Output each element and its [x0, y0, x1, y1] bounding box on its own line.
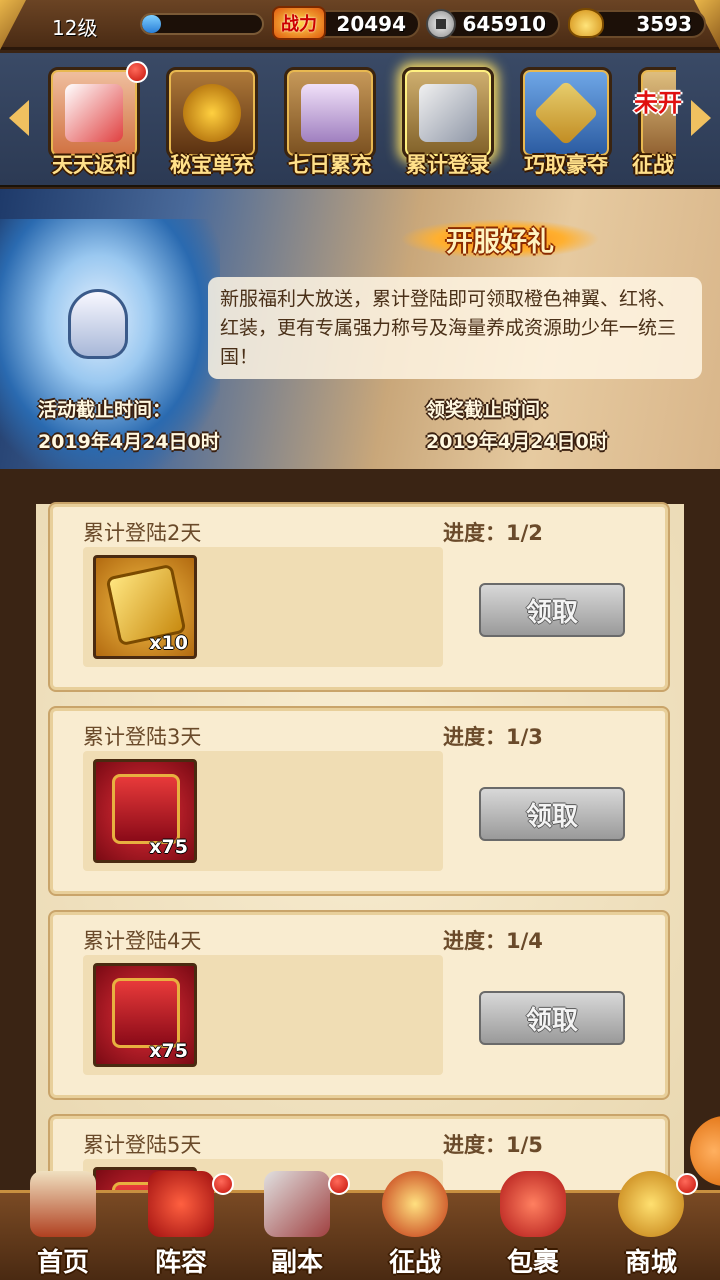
reward-title: 累计登陆4天: [83, 929, 202, 953]
scroll-left-button[interactable]: [4, 95, 34, 141]
red-chest-icon[interactable]: x75: [93, 963, 197, 1067]
activity-deadline-value: 2019年4月24日0时: [38, 431, 220, 453]
corner-ornament-left: [0, 0, 26, 50]
nav-label: 商城: [624, 1248, 677, 1278]
shop-icon: [618, 1171, 684, 1237]
lineup-icon: [148, 1171, 214, 1237]
hero-chest-icon: [301, 84, 359, 142]
notification-badge: [676, 1173, 698, 1195]
nav-shop[interactable]: 商城: [596, 1171, 706, 1280]
banner-description: 新服福利大放送，累计登陆即可领取橙色神翼、红将、红装，更有专属强力称号及海量养成…: [208, 277, 702, 379]
item-quantity: x75: [149, 836, 188, 858]
gold-stat[interactable]: 3593: [586, 8, 706, 40]
nav-label: 阵容: [154, 1248, 207, 1278]
activity-frame: [166, 67, 258, 159]
activity-label: 累计登录: [406, 153, 490, 177]
treasure-pot-icon: [183, 84, 241, 142]
item-art: [112, 774, 180, 844]
reward-list[interactable]: 累计登陆2天 进度：1/2 x10 领取 累计登陆3天 进度：1/3 x75 领…: [0, 470, 720, 1190]
silver-coin-icon: [426, 9, 456, 39]
claim-button[interactable]: 领取: [479, 787, 625, 841]
claim-deadline-value: 2019年4月24日0时: [426, 431, 608, 453]
silver-value: 645910: [440, 10, 560, 38]
reward-progress: 进度：1/5: [443, 1133, 543, 1157]
reward-title: 累计登陆3天: [83, 725, 202, 749]
bag-icon: [500, 1171, 566, 1237]
not-open-tag: 未开: [634, 89, 682, 117]
activity-seven-day-recharge[interactable]: 七日累充: [278, 67, 382, 179]
activity-frame: [48, 67, 140, 159]
claim-deadline-label: 领奖截止时间：: [426, 399, 560, 421]
nav-label: 包裹: [506, 1248, 559, 1278]
xp-progress-bar: [140, 13, 264, 35]
nav-label: 副本: [270, 1248, 323, 1278]
reward-card-day-4: 累计登陆4天 进度：1/4 x75 领取: [50, 912, 668, 1098]
reward-card-day-3: 累计登陆3天 进度：1/3 x75 领取: [50, 708, 668, 894]
nav-label: 首页: [36, 1248, 89, 1278]
top-status-bar: 12级 战力 20494 645910 3593: [0, 0, 720, 50]
silver-stat[interactable]: 645910: [440, 8, 560, 40]
card-chest-icon: [419, 84, 477, 142]
scroll-icon: [533, 80, 599, 146]
scroll-right-button[interactable]: [686, 95, 716, 141]
activity-secret-treasure[interactable]: 秘宝单充: [160, 67, 264, 179]
list-top-border: [0, 470, 720, 504]
reward-card-day-2: 累计登陆2天 进度：1/2 x10 领取: [50, 504, 668, 690]
xp-progress-fill: [142, 15, 162, 33]
activity-label: 秘宝单充: [170, 153, 254, 177]
item-art: [112, 978, 180, 1048]
reward-title: 累计登陆5天: [83, 1133, 202, 1157]
gift-calendar-icon: [65, 84, 123, 142]
activity-label: 天天返利: [52, 153, 136, 177]
player-level: 12级: [52, 16, 98, 40]
nav-label: 征战: [388, 1248, 441, 1278]
nav-battle[interactable]: 征战: [360, 1171, 470, 1280]
reward-progress: 进度：1/4: [443, 929, 543, 953]
list-right-border: [684, 470, 720, 1190]
bottom-navigation: 首页 阵容 副本 征战 包裹 商城: [0, 1171, 720, 1280]
red-chest-icon[interactable]: x75: [93, 759, 197, 863]
reward-title: 累计登陆2天: [83, 521, 202, 545]
activity-frame: [284, 67, 376, 159]
home-icon: [30, 1171, 96, 1237]
notification-badge: [126, 61, 148, 83]
notification-badge: [212, 1173, 234, 1195]
item-quantity: x10: [149, 632, 188, 654]
gold-token-icon[interactable]: x10: [93, 555, 197, 659]
claim-button[interactable]: 领取: [479, 583, 625, 637]
activity-seize-loot[interactable]: 巧取豪夺: [514, 67, 618, 179]
gold-ingot-icon: [568, 8, 604, 38]
gold-value: 3593: [586, 10, 706, 38]
nav-lineup[interactable]: 阵容: [126, 1171, 236, 1280]
nav-home[interactable]: 首页: [8, 1171, 118, 1280]
activity-cumulative-login[interactable]: 累计登录: [396, 67, 500, 179]
arrow-left-icon: [9, 100, 29, 136]
event-banner: 开服好礼 新服福利大放送，累计登陆即可领取橙色神翼、红将、红装，更有专属强力称号…: [0, 189, 720, 469]
hero-helmet: [68, 289, 128, 359]
notification-badge: [328, 1173, 350, 1195]
activity-deadline-label: 活动截止时间：: [38, 399, 172, 421]
activity-frame: [520, 67, 612, 159]
banner-title: 开服好礼: [400, 219, 600, 259]
reward-progress: 进度：1/3: [443, 725, 543, 749]
activity-frame: [402, 67, 494, 159]
activity-label: 征战: [632, 153, 674, 177]
dungeon-icon: [264, 1171, 330, 1237]
nav-dungeon[interactable]: 副本: [242, 1171, 352, 1280]
claim-button[interactable]: 领取: [479, 991, 625, 1045]
item-quantity: x75: [149, 1040, 188, 1062]
activity-daily-rebate[interactable]: 天天返利: [42, 61, 148, 179]
reward-progress: 进度：1/2: [443, 521, 543, 545]
arrow-right-icon: [691, 100, 711, 136]
nav-bag[interactable]: 包裹: [478, 1171, 588, 1280]
activity-icon-row: 天天返利 秘宝单充 七日累充 累计登录 巧取豪夺 征战 未开: [0, 53, 720, 187]
list-left-border: [0, 470, 36, 1190]
activity-label: 七日累充: [288, 153, 372, 177]
battle-icon: [382, 1171, 448, 1237]
activity-label: 巧取豪夺: [524, 153, 608, 177]
power-icon: 战力: [272, 6, 326, 40]
